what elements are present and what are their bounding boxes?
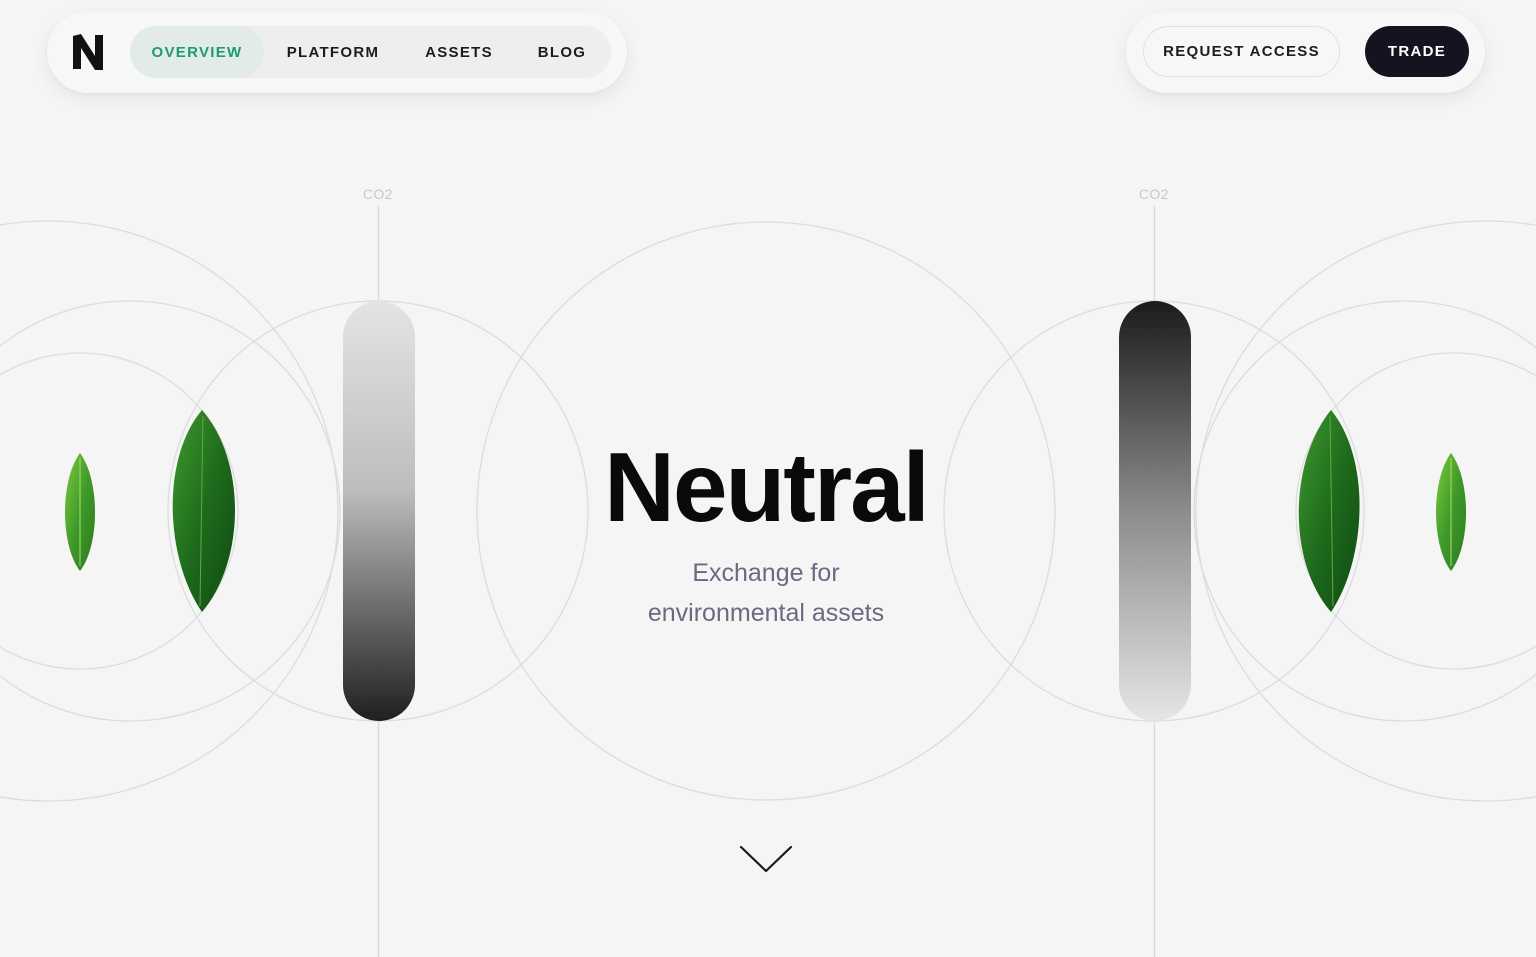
leaf-icon	[1298, 410, 1360, 612]
co2-label-right: CO2	[1139, 186, 1169, 202]
leaf-icon	[1436, 453, 1466, 571]
main-nav: OVERVIEW PLATFORM ASSETS BLOG	[47, 11, 627, 93]
nav-tabs: OVERVIEW PLATFORM ASSETS BLOG	[130, 26, 611, 78]
chevron-down-icon[interactable]	[738, 842, 794, 876]
nav-item-overview[interactable]: OVERVIEW	[130, 26, 264, 78]
nav-actions: REQUEST ACCESS TRADE	[1126, 11, 1485, 93]
leaf-icon	[65, 453, 95, 571]
page: CO2 CO2 OVERVIEW PLATFORM ASSETS BLOG RE…	[0, 0, 1536, 957]
nav-item-platform[interactable]: PLATFORM	[273, 26, 393, 78]
leaf-icon	[172, 410, 235, 612]
trade-button[interactable]: TRADE	[1365, 26, 1469, 77]
n-logo-icon[interactable]	[71, 33, 105, 71]
co2-bar-right	[1119, 301, 1191, 721]
hero-subtitle-line1: Exchange for	[692, 559, 840, 587]
hero-subtitle: Exchange for environmental assets	[600, 553, 932, 633]
co2-label-left: CO2	[363, 186, 393, 202]
hero-title: Neutral	[604, 432, 930, 542]
request-access-button[interactable]: REQUEST ACCESS	[1143, 26, 1340, 77]
nav-item-assets[interactable]: ASSETS	[409, 26, 509, 78]
nav-item-blog[interactable]: BLOG	[525, 26, 599, 78]
hero-subtitle-line2: environmental assets	[647, 599, 885, 627]
co2-bar-left	[343, 301, 415, 721]
